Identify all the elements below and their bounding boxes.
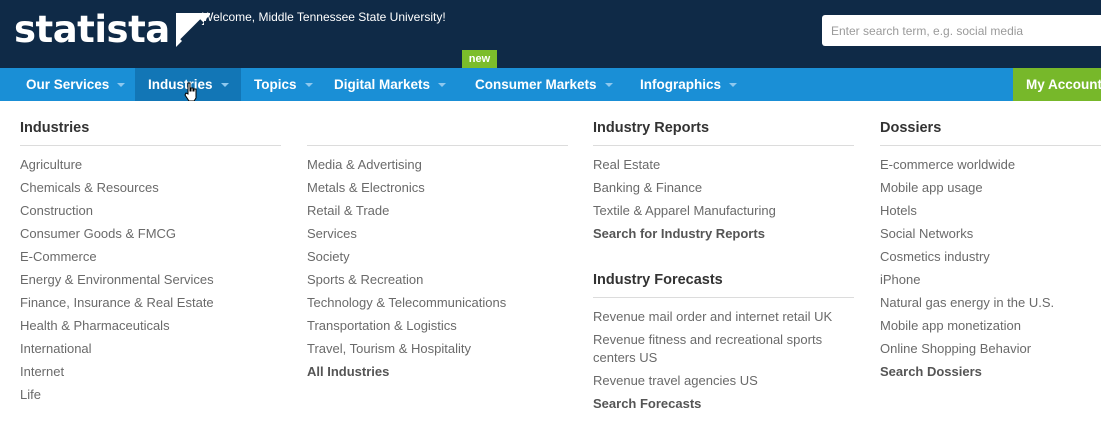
industry-link[interactable]: Society xyxy=(307,248,350,266)
industry-link[interactable]: Metals & Electronics xyxy=(307,179,425,197)
logo-text: statista xyxy=(14,8,170,51)
industry-link[interactable]: Construction xyxy=(20,202,93,220)
hand-cursor-icon xyxy=(184,82,197,102)
welcome-message: Welcome, Middle Tennessee State Universi… xyxy=(202,10,446,24)
dossier-link[interactable]: E-commerce worldwide xyxy=(880,156,1015,174)
industry-link[interactable]: Energy & Environmental Services xyxy=(20,271,214,289)
caret-down-icon xyxy=(117,82,126,87)
caret-down-icon xyxy=(304,82,313,87)
divider xyxy=(20,145,281,146)
forecast-link[interactable]: Revenue fitness and recreational sports … xyxy=(593,331,848,367)
all-industries-link[interactable]: All Industries xyxy=(307,363,389,381)
industries-heading: Industries xyxy=(20,120,90,136)
industry-link[interactable]: Agriculture xyxy=(20,156,82,174)
dossiers-heading: Dossiers xyxy=(880,120,942,136)
nav-label: Digital Markets xyxy=(334,77,431,92)
industry-link[interactable]: Retail & Trade xyxy=(307,202,389,220)
industry-link[interactable]: Chemicals & Resources xyxy=(20,179,159,197)
nav-infographics[interactable]: Infographics xyxy=(627,68,738,101)
industry-link[interactable]: Media & Advertising xyxy=(307,156,422,174)
industry-link[interactable]: Finance, Insurance & Real Estate xyxy=(20,294,214,312)
report-link[interactable]: Textile & Apparel Manufacturing xyxy=(593,202,776,220)
dossier-link[interactable]: Mobile app monetization xyxy=(880,317,1021,335)
industry-link[interactable]: Life xyxy=(20,386,41,404)
caret-down-icon xyxy=(729,82,738,87)
main-nav: Our Services Industries Topics Digital M… xyxy=(0,68,1101,101)
caret-down-icon xyxy=(604,82,613,87)
nav-consumer-markets[interactable]: Consumer Markets xyxy=(462,68,613,101)
report-link[interactable]: Banking & Finance xyxy=(593,179,702,197)
forecast-link[interactable]: Revenue mail order and internet retail U… xyxy=(593,308,832,326)
dossier-link[interactable]: Natural gas energy in the U.S. xyxy=(880,294,1054,312)
dossier-link[interactable]: Online Shopping Behavior xyxy=(880,340,1031,358)
industry-link[interactable]: Travel, Tourism & Hospitality xyxy=(307,340,471,358)
industry-link[interactable]: Technology & Telecommunications xyxy=(307,294,506,312)
search-forecasts-link[interactable]: Search Forecasts xyxy=(593,395,701,413)
nav-label: Industries xyxy=(148,77,213,92)
industry-link[interactable]: Sports & Recreation xyxy=(307,271,423,289)
nav-our-services[interactable]: Our Services xyxy=(13,68,126,101)
statista-logo[interactable]: statista xyxy=(14,10,210,50)
new-badge: new xyxy=(462,50,497,68)
my-account-button[interactable]: My Account xyxy=(1013,68,1101,101)
industry-forecasts-heading: Industry Forecasts xyxy=(593,272,723,288)
search-reports-link[interactable]: Search for Industry Reports xyxy=(593,225,765,243)
industry-link[interactable]: Health & Pharmaceuticals xyxy=(20,317,170,335)
nav-digital-markets[interactable]: Digital Markets xyxy=(321,68,447,101)
dossier-link[interactable]: Mobile app usage xyxy=(880,179,983,197)
caret-down-icon xyxy=(438,82,447,87)
divider xyxy=(593,297,854,298)
search-input[interactable] xyxy=(822,15,1101,46)
report-link[interactable]: Real Estate xyxy=(593,156,660,174)
search-dossiers-link[interactable]: Search Dossiers xyxy=(880,363,982,381)
dossier-link[interactable]: Cosmetics industry xyxy=(880,248,990,266)
top-header: statista Welcome, Middle Tennessee State… xyxy=(0,0,1101,68)
industry-link[interactable]: Internet xyxy=(20,363,64,381)
forecast-link[interactable]: Revenue travel agencies US xyxy=(593,372,758,390)
nav-label: Consumer Markets xyxy=(475,77,597,92)
industries-dropdown-menu: Industries Agriculture Chemicals & Resou… xyxy=(0,101,1101,433)
nav-label: Topics xyxy=(254,77,297,92)
dossier-link[interactable]: Hotels xyxy=(880,202,917,220)
industry-reports-heading: Industry Reports xyxy=(593,120,710,136)
industry-link[interactable]: Services xyxy=(307,225,357,243)
dossier-link[interactable]: Social Networks xyxy=(880,225,973,243)
industry-link[interactable]: Transportation & Logistics xyxy=(307,317,457,335)
caret-down-icon xyxy=(220,82,229,87)
nav-label: Our Services xyxy=(26,77,110,92)
industry-link[interactable]: Consumer Goods & FMCG xyxy=(20,225,176,243)
divider xyxy=(593,145,854,146)
nav-label: Infographics xyxy=(640,77,722,92)
industry-link[interactable]: International xyxy=(20,340,92,358)
dossier-link[interactable]: iPhone xyxy=(880,271,920,289)
divider xyxy=(880,145,1101,146)
divider xyxy=(307,145,568,146)
industry-link[interactable]: E-Commerce xyxy=(20,248,97,266)
nav-topics[interactable]: Topics xyxy=(241,68,313,101)
